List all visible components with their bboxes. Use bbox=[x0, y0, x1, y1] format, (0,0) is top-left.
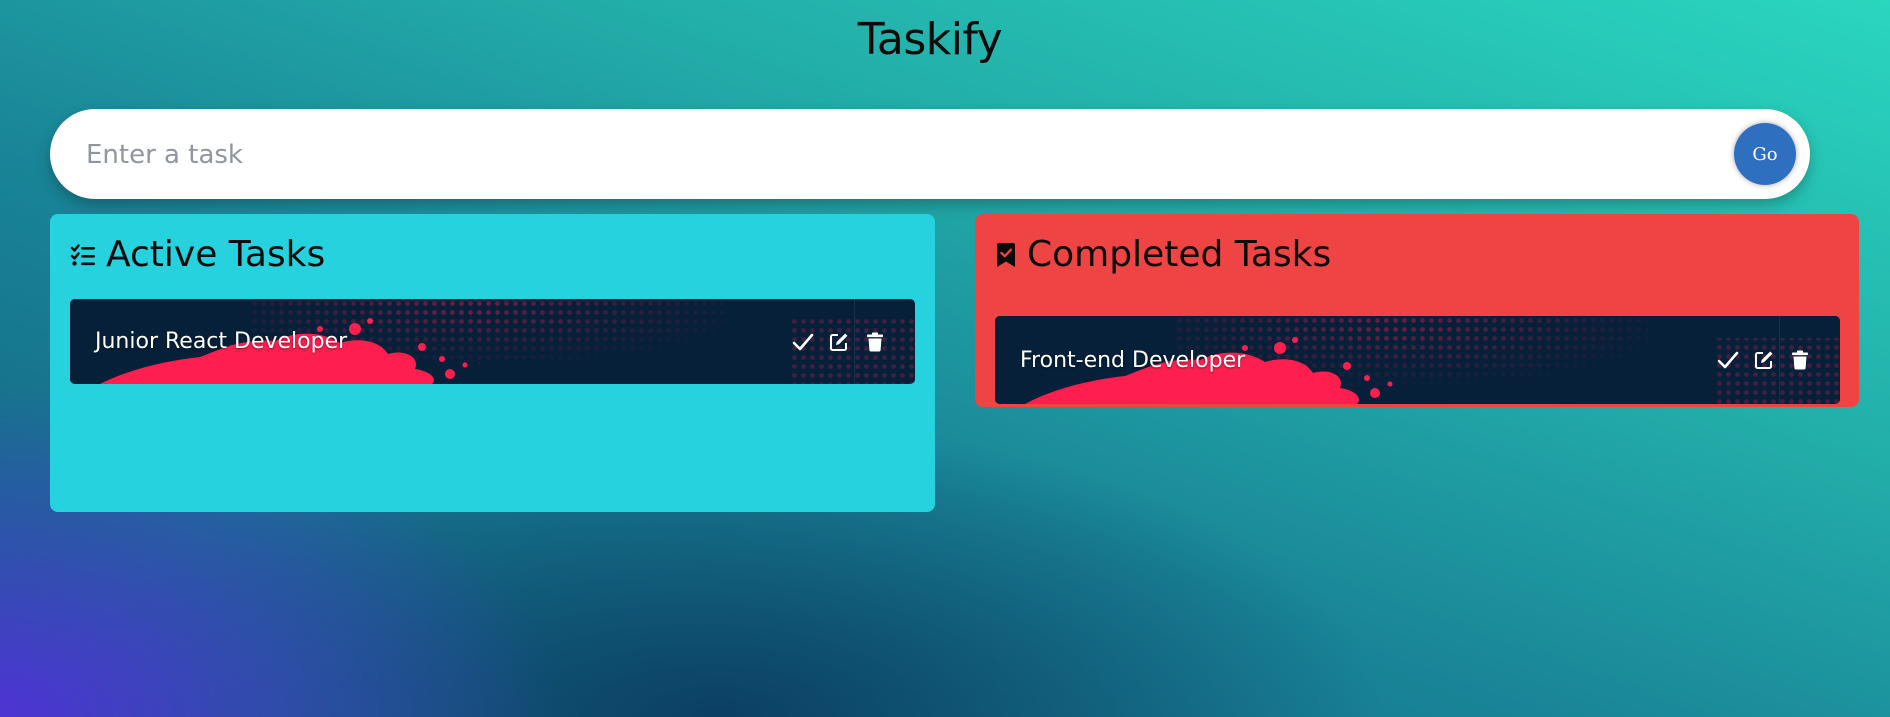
active-tasks-panel: Active Tasks Junior React Developer bbox=[50, 214, 935, 512]
completed-tasks-title: Completed Tasks bbox=[1027, 234, 1332, 275]
trash-icon[interactable] bbox=[863, 330, 887, 354]
completed-tasks-heading: Completed Tasks bbox=[995, 234, 1331, 275]
go-button[interactable]: Go bbox=[1734, 123, 1796, 185]
task-card[interactable]: Front-end Developer bbox=[995, 316, 1840, 404]
task-text: Junior React Developer bbox=[95, 329, 348, 354]
active-tasks-heading: Active Tasks bbox=[70, 234, 325, 275]
list-check-icon bbox=[70, 243, 96, 267]
bookmark-check-icon bbox=[995, 242, 1017, 268]
check-icon[interactable] bbox=[791, 330, 815, 354]
task-card[interactable]: Junior React Developer bbox=[70, 299, 915, 384]
edit-icon[interactable] bbox=[827, 330, 851, 354]
task-input[interactable] bbox=[84, 109, 1688, 201]
task-input-form: Go bbox=[50, 109, 1810, 201]
completed-tasks-panel: Completed Tasks Front-end Developer bbox=[975, 214, 1859, 407]
app-title: Taskify bbox=[857, 14, 1003, 65]
task-text: Front-end Developer bbox=[1020, 347, 1246, 373]
task-actions bbox=[791, 299, 887, 384]
active-tasks-title: Active Tasks bbox=[106, 234, 326, 275]
edit-icon[interactable] bbox=[1752, 348, 1776, 372]
trash-icon[interactable] bbox=[1788, 348, 1812, 372]
task-actions bbox=[1716, 316, 1812, 404]
check-icon[interactable] bbox=[1716, 348, 1740, 372]
